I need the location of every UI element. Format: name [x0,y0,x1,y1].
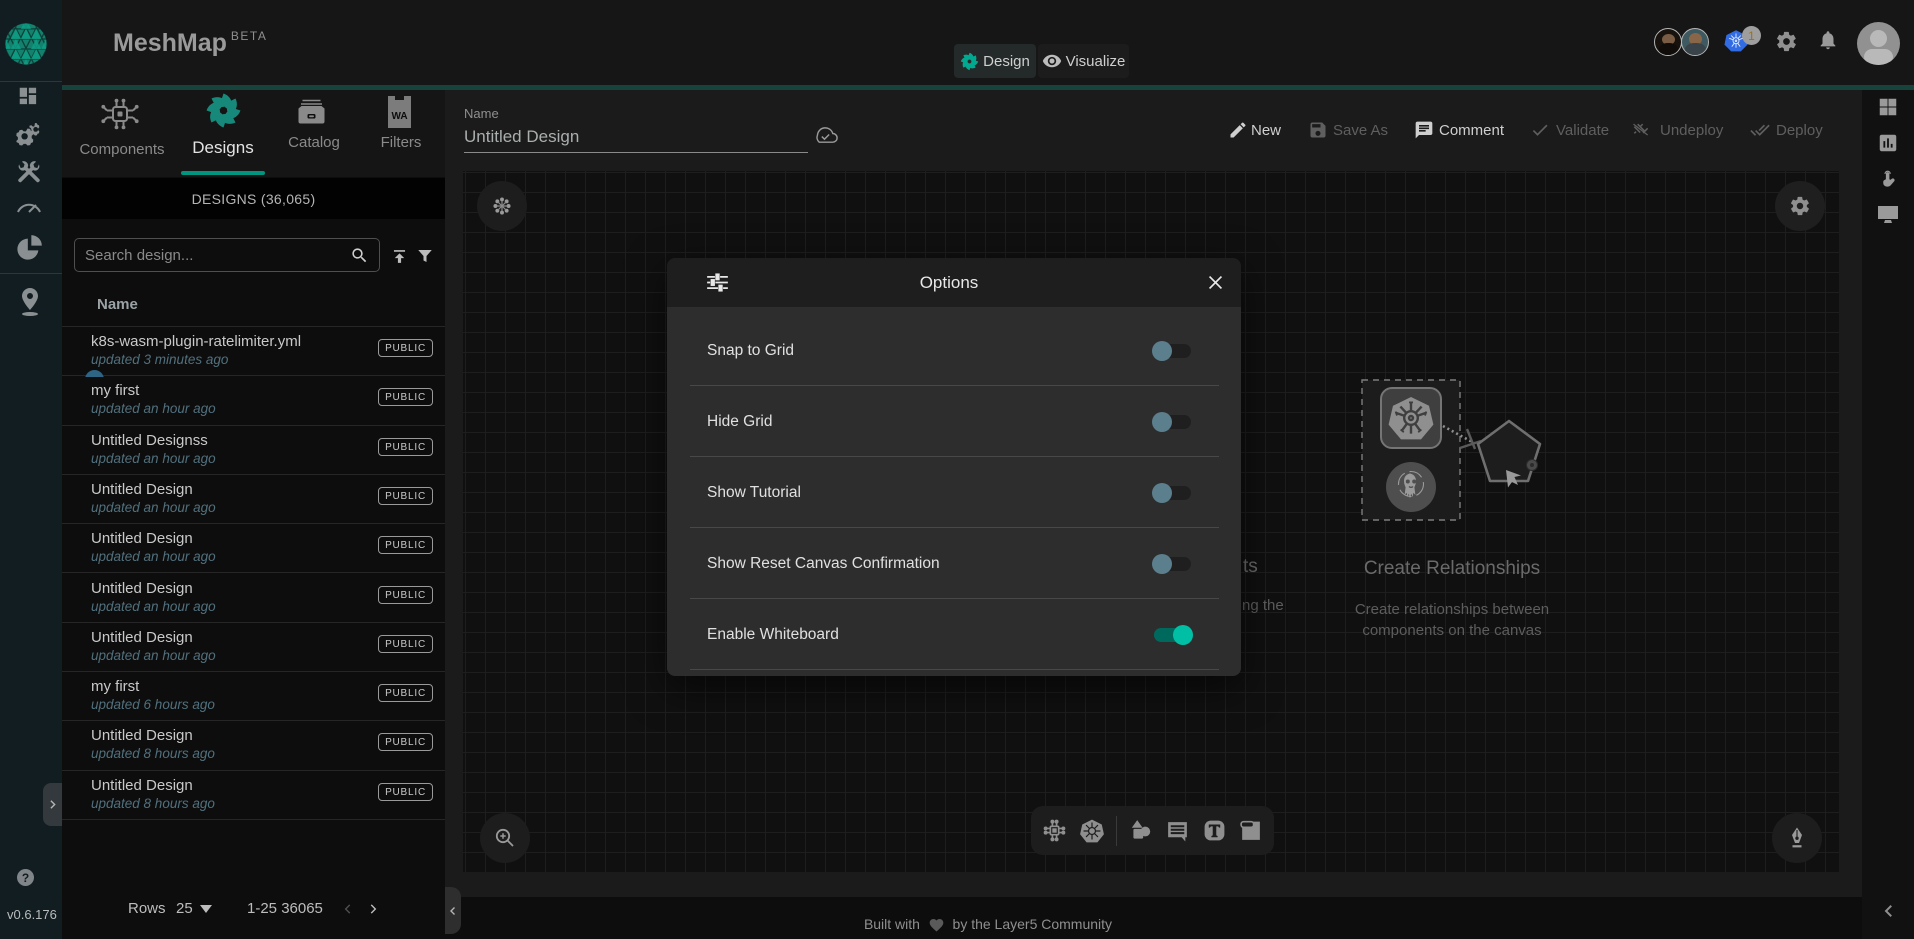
svg-text:WA: WA [391,111,407,122]
